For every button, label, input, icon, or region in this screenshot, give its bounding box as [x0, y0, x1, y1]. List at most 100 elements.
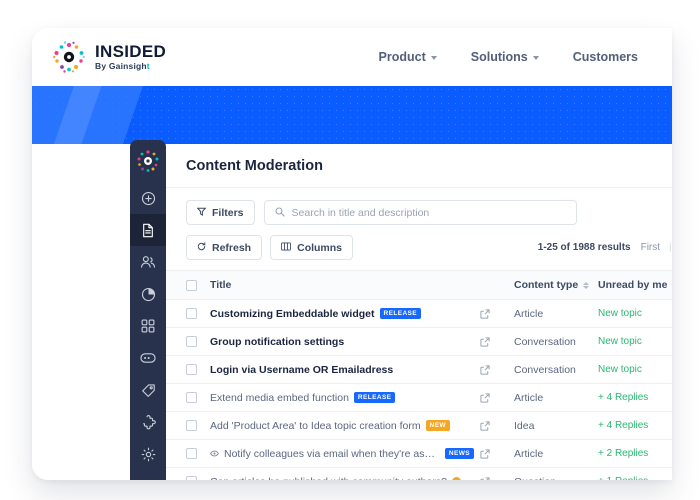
external-link-icon[interactable]	[474, 448, 514, 459]
row-status: New topic	[598, 308, 642, 319]
sidebar-item-integrations[interactable]	[130, 406, 166, 438]
row-badge: NEWS	[444, 448, 474, 459]
sidebar-item-tags[interactable]	[130, 374, 166, 406]
external-link-icon[interactable]	[474, 420, 514, 431]
row-status: + 4 Replies	[598, 392, 649, 403]
column-header-title[interactable]: Title	[197, 279, 474, 291]
pager: First | ‹	[641, 242, 672, 253]
sidebar-item-toggle[interactable]	[130, 342, 166, 374]
table-row[interactable]: Customizing Embeddable widget RELEASE Arti…	[166, 300, 672, 328]
panel-titlebar: Content Moderation	[166, 144, 672, 188]
nav-item-label: Solutions	[470, 50, 528, 64]
row-status: + 2 Replies	[598, 448, 649, 459]
column-header-content-type-label: Content type	[514, 279, 579, 291]
sidebar-item-settings[interactable]	[130, 438, 166, 470]
row-checkbox[interactable]	[186, 420, 197, 431]
table-row[interactable]: Group notification settings Conversation N…	[166, 328, 672, 356]
external-link-icon[interactable]	[474, 476, 514, 480]
sort-arrows-icon[interactable]	[583, 281, 590, 289]
filters-button[interactable]: Filters	[186, 200, 255, 225]
row-title[interactable]: Login via Username OR Emailadress	[210, 364, 393, 376]
nav-item-label: Customers	[572, 50, 638, 64]
nav-item-customers[interactable]: Customers	[573, 50, 638, 64]
brand-name: INSIDED	[95, 42, 167, 62]
pagination-area: 1-25 of 1988 results First | ‹	[538, 242, 672, 253]
row-checkbox[interactable]	[186, 308, 197, 319]
row-checkbox[interactable]	[186, 392, 197, 403]
search-box[interactable]	[263, 200, 577, 225]
row-title-cell: Extend media embed function RELEASE	[197, 392, 474, 404]
row-title-cell: Customizing Embeddable widget RELEASE	[197, 308, 474, 320]
row-title[interactable]: Can articles be published with community…	[210, 476, 447, 481]
chevron-down-icon	[430, 56, 437, 60]
row-title[interactable]: Add 'Product Area' to Idea topic creatio…	[210, 420, 421, 432]
emoji-icon	[451, 477, 461, 480]
brand-subtitle: By Gainsight	[95, 61, 150, 72]
row-checkbox[interactable]	[186, 448, 197, 459]
pager-first-button[interactable]: First	[641, 242, 660, 253]
row-badge: NEW	[425, 420, 451, 431]
row-title-cell: Can articles be published with community…	[197, 476, 474, 481]
site-header: INSIDED By Gainsight Product Solutions C…	[32, 28, 672, 86]
sidebar-item-apps[interactable]	[130, 310, 166, 342]
app-sidebar	[130, 140, 166, 480]
row-title-cell: Login via Username OR Emailadress	[197, 364, 474, 376]
filter-funnel-icon	[196, 207, 207, 219]
browser-page-card: INSIDED By Gainsight Product Solutions C…	[32, 28, 672, 480]
column-header-content-type[interactable]: Content type	[514, 279, 598, 291]
table-row[interactable]: Can articles be published with community…	[166, 468, 672, 480]
page-title: Content Moderation	[186, 157, 323, 174]
sidebar-item-analytics[interactable]	[130, 278, 166, 310]
row-status: New topic	[598, 336, 642, 347]
search-input[interactable]	[291, 206, 566, 219]
row-checkbox[interactable]	[186, 364, 197, 375]
filter-row: Filters	[166, 188, 672, 235]
table-header-row: Title Content type Unread by me	[166, 270, 672, 300]
external-link-icon[interactable]	[474, 336, 514, 347]
search-icon	[274, 204, 285, 222]
hero-banner	[32, 86, 672, 144]
content-moderation-panel: Content Moderation Filters Search in tit…	[166, 144, 672, 480]
sidebar-item-users[interactable]	[130, 246, 166, 278]
content-table: Title Content type Unread by me Customiz…	[166, 270, 672, 480]
external-link-icon[interactable]	[474, 308, 514, 319]
chevron-down-icon	[532, 56, 539, 60]
row-title[interactable]: Group notification settings	[210, 336, 344, 348]
action-buttons: Refresh Columns	[186, 235, 354, 260]
insided-brand-logo[interactable]: INSIDED By Gainsight	[52, 40, 166, 74]
row-title-cell: Notify colleagues via email when they're…	[197, 448, 474, 460]
external-link-icon[interactable]	[474, 364, 514, 375]
pager-divider: |	[669, 242, 672, 253]
eye-icon	[210, 449, 219, 458]
row-title[interactable]: Notify colleagues via email when they're…	[224, 448, 440, 460]
refresh-button[interactable]: Refresh	[186, 235, 263, 260]
filters-button-label: Filters	[212, 206, 244, 219]
columns-icon	[281, 241, 291, 254]
row-checkbox[interactable]	[186, 336, 197, 347]
row-content-type: Article	[514, 307, 544, 320]
column-header-unread-label: Unread by me	[598, 279, 668, 291]
nav-item-label: Product	[378, 50, 426, 64]
columns-button-label: Columns	[297, 241, 343, 254]
sidebar-item-add[interactable]	[130, 182, 166, 214]
nav-item-product[interactable]: Product	[379, 50, 437, 64]
table-row[interactable]: Notify colleagues via email when they're…	[166, 440, 672, 468]
row-title[interactable]: Extend media embed function	[210, 392, 349, 404]
sidebar-logo-icon[interactable]	[135, 148, 161, 174]
table-row[interactable]: Extend media embed function RELEASE Articl…	[166, 384, 672, 412]
row-badge: RELEASE	[353, 392, 396, 403]
table-row[interactable]: Add 'Product Area' to Idea topic creatio…	[166, 412, 672, 440]
columns-button[interactable]: Columns	[270, 235, 354, 260]
row-content-type: Article	[514, 447, 544, 460]
nav-item-solutions[interactable]: Solutions	[471, 50, 539, 64]
row-title[interactable]: Customizing Embeddable widget	[210, 308, 375, 320]
row-checkbox[interactable]	[186, 476, 197, 480]
row-content-type: Article	[514, 391, 544, 404]
sidebar-item-content[interactable]	[130, 214, 166, 246]
row-content-type: Idea	[514, 419, 535, 432]
external-link-icon[interactable]	[474, 392, 514, 403]
row-title-cell: Add 'Product Area' to Idea topic creatio…	[197, 420, 474, 432]
column-header-unread[interactable]: Unread by me	[598, 279, 672, 291]
table-row[interactable]: Login via Username OR Emailadress Convers…	[166, 356, 672, 384]
select-all-checkbox[interactable]	[186, 279, 197, 291]
